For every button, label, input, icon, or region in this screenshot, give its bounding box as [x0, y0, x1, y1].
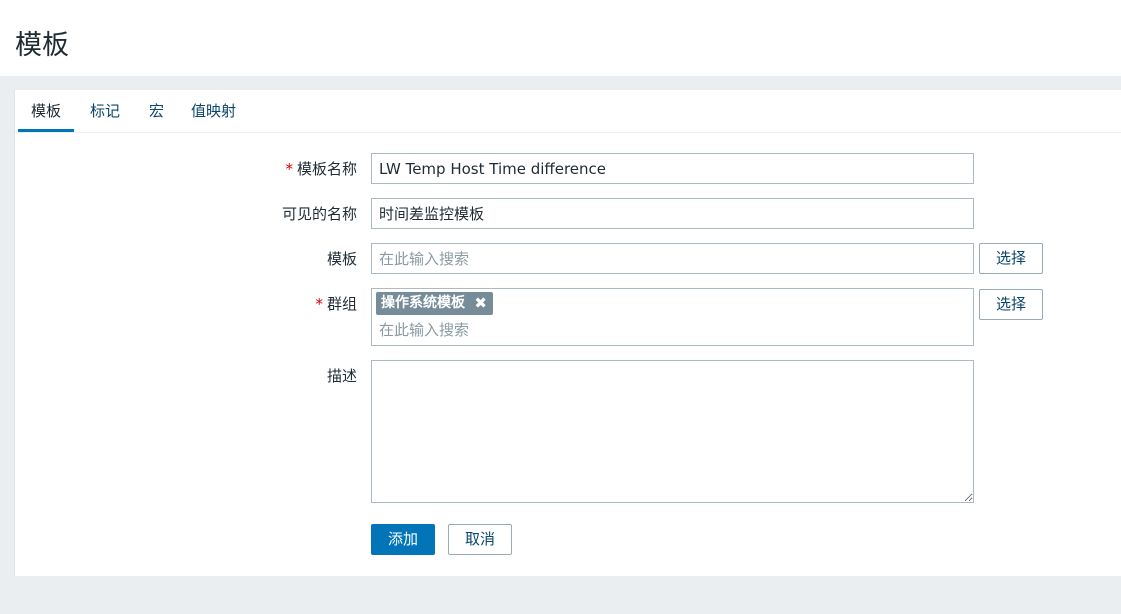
group-chip-label: 操作系统模板	[381, 295, 465, 311]
tab-tags[interactable]: 标记	[77, 100, 133, 132]
template-name-input[interactable]	[371, 153, 974, 184]
groups-label: * 群组	[315, 295, 357, 313]
templates-search-input[interactable]	[371, 243, 974, 274]
header-separator	[0, 76, 1121, 90]
description-textarea[interactable]	[371, 360, 974, 503]
page-header: 模板	[0, 0, 1121, 76]
description-label: 描述	[326, 367, 357, 385]
tab-bar: 模板 标记 宏 值映射	[15, 90, 1121, 133]
required-marker: *	[315, 295, 323, 313]
templates-select-button[interactable]: 选择	[979, 243, 1043, 274]
template-form-card: 模板 标记 宏 值映射 *模板名称 可见的名称 模板 选择 *群组 操作系统模板…	[14, 90, 1121, 576]
group-chip: 操作系统模板 ✖	[376, 292, 493, 315]
close-icon[interactable]: ✖	[474, 292, 487, 315]
visible-name-label: 可见的名称	[281, 205, 357, 223]
tab-value-mapping[interactable]: 值映射	[178, 100, 249, 132]
cancel-button[interactable]: 取消	[448, 524, 512, 555]
add-button[interactable]: 添加	[371, 524, 435, 555]
groups-search-input[interactable]	[372, 317, 952, 343]
groups-select-button[interactable]: 选择	[979, 289, 1043, 320]
tab-template[interactable]: 模板	[18, 100, 75, 132]
required-marker: *	[285, 160, 293, 178]
templates-label: 模板	[326, 250, 357, 268]
visible-name-input[interactable]	[371, 198, 974, 229]
groups-multiselect[interactable]: 操作系统模板 ✖	[371, 288, 974, 346]
tab-macros[interactable]: 宏	[136, 100, 177, 132]
footer-band	[0, 576, 1121, 614]
template-name-label: * 模板名称	[285, 160, 357, 178]
page-title: 模板	[15, 30, 69, 61]
